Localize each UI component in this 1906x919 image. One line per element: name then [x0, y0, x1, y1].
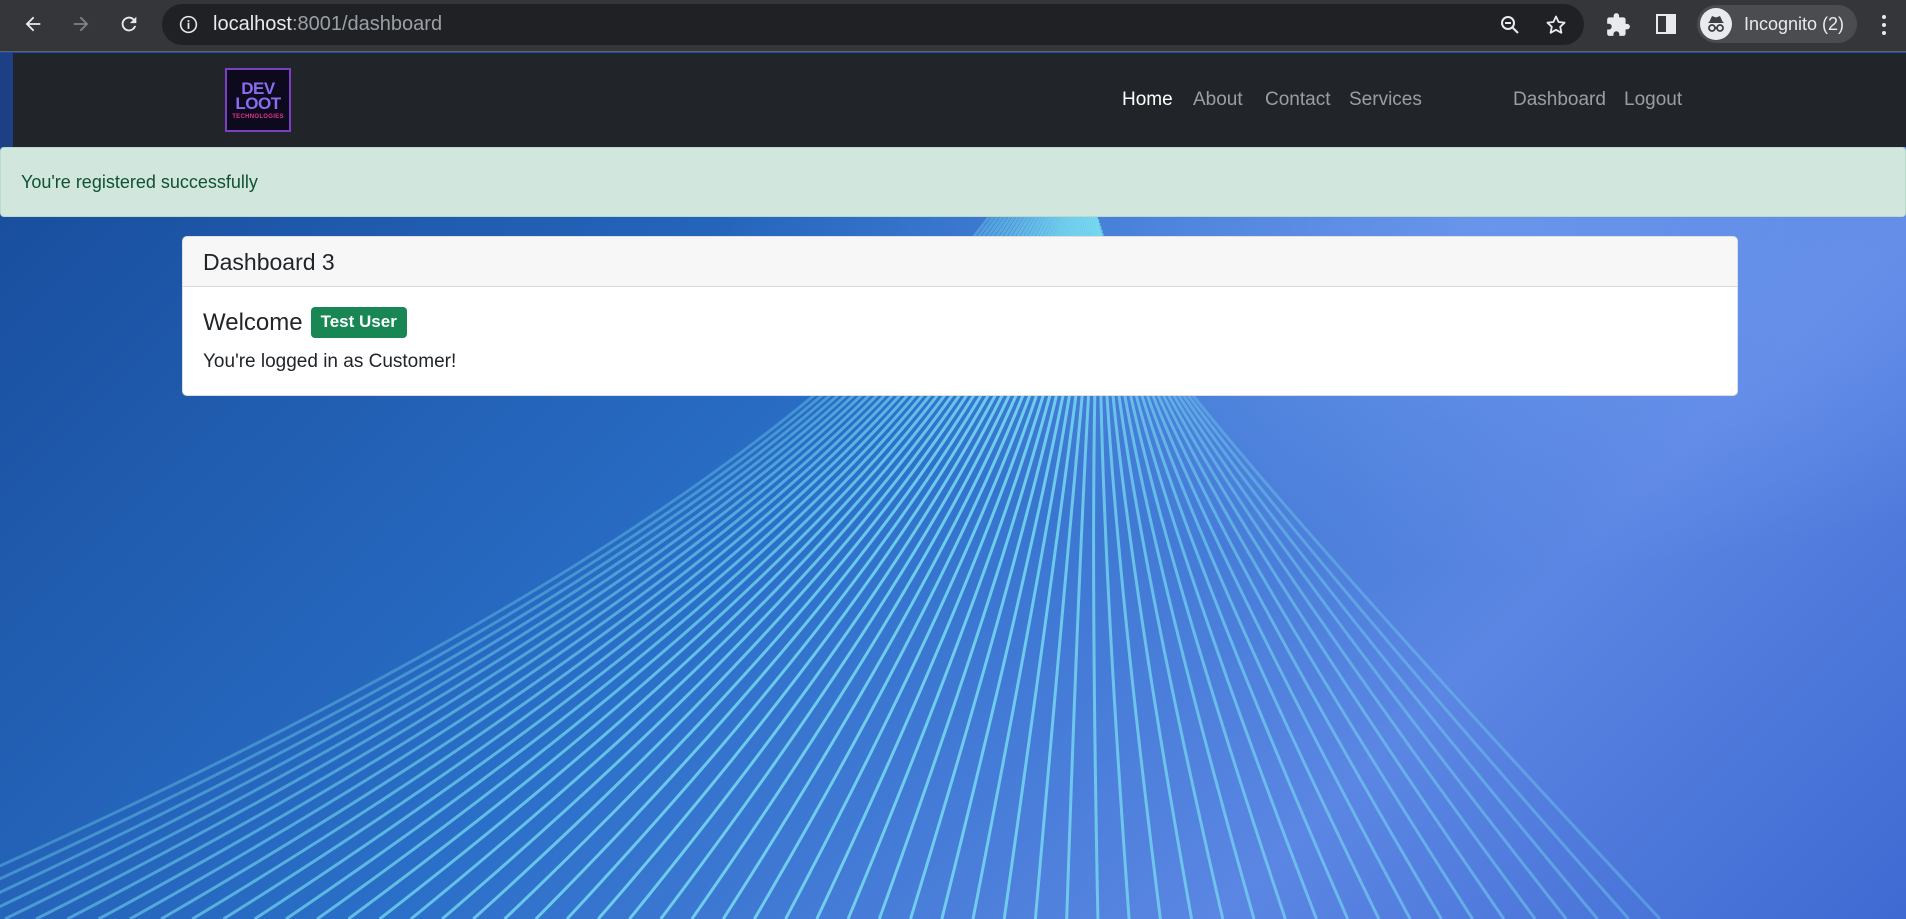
nav-link-dashboard[interactable]: Dashboard — [1513, 53, 1606, 147]
role-message: You're logged in as Customer! — [203, 351, 457, 372]
url-path: :8001/dashboard — [291, 13, 443, 35]
star-icon[interactable] — [1544, 13, 1568, 37]
kebab-menu-icon[interactable] — [1872, 12, 1896, 38]
nav-link-contact[interactable]: Contact — [1265, 53, 1330, 147]
card-title: Dashboard 3 — [183, 237, 1737, 287]
nav-link-about[interactable]: About — [1193, 53, 1243, 147]
welcome-heading: Welcome Test User — [203, 307, 407, 338]
profile-button[interactable]: Incognito (2) — [1697, 5, 1857, 43]
reload-button[interactable] — [111, 6, 147, 42]
user-badge: Test User — [310, 307, 407, 338]
logo-line-2: LOOT — [235, 93, 281, 113]
url-text[interactable]: localhost:8001/dashboard — [213, 4, 442, 45]
forward-button[interactable] — [63, 6, 99, 42]
info-icon[interactable] — [178, 14, 199, 35]
profile-label: Incognito (2) — [1744, 13, 1845, 34]
side-panel-icon[interactable] — [1654, 12, 1678, 36]
browser-toolbar: localhost:8001/dashboard Incognito (2) — [0, 0, 1906, 52]
back-button[interactable] — [15, 6, 51, 42]
back-arrow-icon — [25, 16, 41, 32]
page-viewport: DEV LOOT TECHNOLOGIES Home About Contact… — [0, 53, 1906, 919]
nav-link-home[interactable]: Home — [1122, 53, 1173, 147]
url-host: localhost — [213, 13, 292, 35]
logo-line-3: TECHNOLOGIES — [232, 113, 284, 120]
alert-message: You're registered successfully — [21, 172, 258, 192]
puzzle-icon[interactable] — [1605, 12, 1631, 38]
reload-icon — [121, 16, 137, 32]
nav-link-services[interactable]: Services — [1349, 53, 1422, 147]
dashboard-card: Dashboard 3 Welcome Test User You're log… — [182, 236, 1738, 396]
brand-logo[interactable]: DEV LOOT TECHNOLOGIES — [225, 68, 291, 132]
nav-link-logout[interactable]: Logout — [1624, 53, 1682, 147]
address-bar[interactable]: localhost:8001/dashboard — [162, 4, 1584, 45]
site-navbar: DEV LOOT TECHNOLOGIES Home About Contact… — [0, 53, 1906, 147]
welcome-text: Welcome — [203, 308, 303, 336]
success-alert: You're registered successfully — [0, 147, 1906, 217]
incognito-icon — [1700, 8, 1732, 40]
zoom-out-icon[interactable] — [1498, 13, 1522, 37]
navbar-edge — [0, 53, 13, 147]
forward-arrow-icon — [73, 16, 89, 32]
